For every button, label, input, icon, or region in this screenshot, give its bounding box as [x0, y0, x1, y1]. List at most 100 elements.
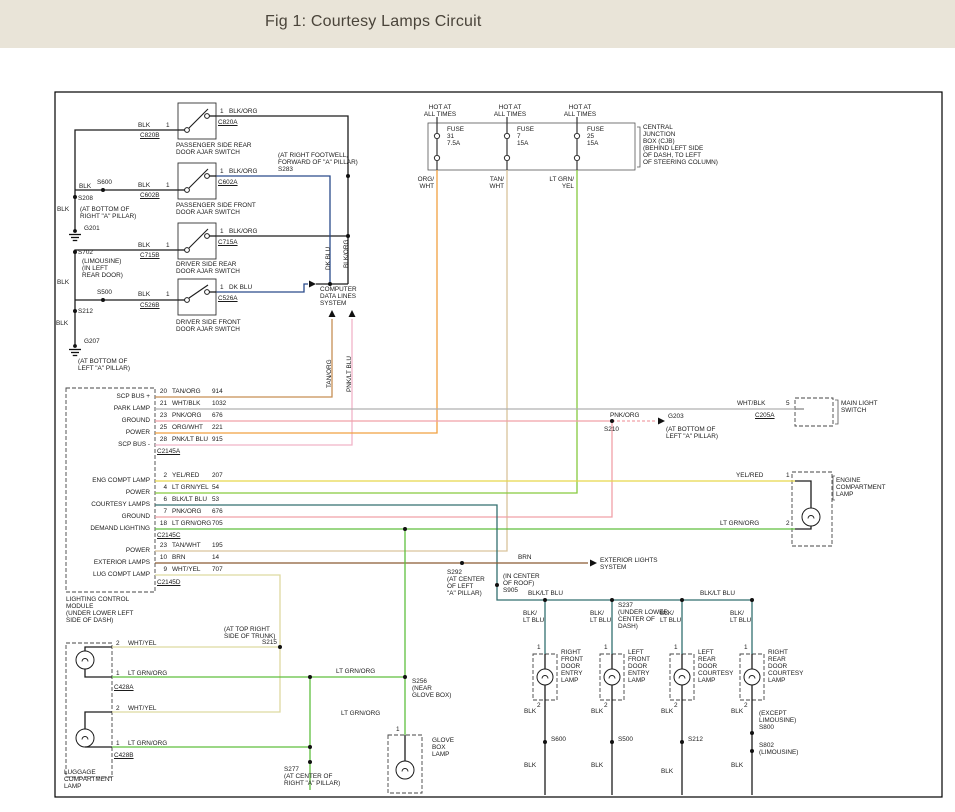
pin-label: 1: [116, 740, 120, 747]
diagram-label: PNK/ORG: [610, 412, 639, 419]
diagram-label: BLK/ORG: [229, 168, 257, 175]
diagram-label: 1: [166, 122, 170, 129]
diagram-label: BLK: [591, 708, 603, 715]
component-label: DRIVER SIDE FRONT DOOR AJAR SWITCH: [176, 319, 241, 333]
diagram-label: BLK: [56, 320, 68, 327]
diagram-label: LT GRN/ORG: [336, 668, 375, 675]
pin-label: 10: [160, 554, 167, 561]
module-pin-function: POWER: [126, 547, 150, 554]
pin-label: 1: [116, 670, 120, 677]
fuse-label: FUSE 31 7.5A: [447, 126, 464, 147]
splice-label: S256 (NEAR GLOVE BOX): [412, 678, 451, 699]
circuit-label: 221: [212, 424, 223, 431]
diagram-label: BLK/ LT BLU: [730, 610, 751, 624]
pin-label: 2: [604, 702, 608, 709]
diagram-label: LT GRN/ORG: [172, 520, 211, 527]
splice-label: S212: [688, 736, 703, 743]
diagram-label: BRN: [172, 554, 186, 561]
component-label: ENGINE COMPARTMENT LAMP: [836, 477, 885, 498]
diagram-label: WHT/YEL: [128, 705, 156, 712]
splice-label: S600: [551, 736, 566, 743]
component-label: RIGHT REAR DOOR COURTESY LAMP: [768, 649, 803, 684]
wiring-diagram: BLK1C820B1BLK/ORGC820APASSENGER SIDE REA…: [0, 0, 955, 812]
pin-label: 1: [604, 644, 608, 651]
circuit-label: 14: [212, 554, 219, 561]
note-label: (AT BOTTOM OF LEFT "A" PILLAR): [78, 358, 130, 372]
module-pin-function: ENG COMPT LAMP: [92, 477, 150, 484]
diagram-label: PNK/LT BLU: [346, 356, 353, 392]
splice-label: S215: [262, 639, 277, 646]
circuit-label: 1032: [212, 400, 226, 407]
splice-label: S292 (AT CENTER OF LEFT "A" PILLAR): [447, 569, 485, 597]
connector-label: C205A: [755, 412, 775, 419]
diagram-label: 1: [220, 168, 224, 175]
pin-label: 2: [116, 640, 120, 647]
diagram-label: BLK/ORG: [229, 228, 257, 235]
diagram-label: BLK: [524, 708, 536, 715]
system-label: EXTERIOR LIGHTS SYSTEM: [600, 557, 658, 571]
diagram-label: BLK: [57, 279, 69, 286]
diagram-label: BLK/ORG: [343, 240, 350, 268]
circuit-label: 676: [212, 412, 223, 419]
diagram-label: 1: [220, 284, 224, 291]
pin-label: 2: [116, 705, 120, 712]
diagram-label: WHT/BLK: [737, 400, 765, 407]
diagram-label: BLK/LT BLU: [172, 496, 207, 503]
power-label: HOT AT ALL TIMES: [564, 104, 596, 118]
diagram-label: 1: [166, 182, 170, 189]
ground-label: G201: [84, 225, 100, 232]
splice-label: S277 (AT CENTER OF RIGHT "A" PILLAR): [284, 766, 340, 787]
diagram-label: BLK: [591, 762, 603, 769]
diagram-label: LT GRN/YEL: [172, 484, 209, 491]
connector-label: C602B: [140, 192, 160, 199]
diagram-label: ORG/ WHT: [418, 176, 434, 190]
diagram-label: LT GRN/ORG: [341, 710, 380, 717]
diagram-label: DK BLU: [325, 247, 332, 270]
component-label: MAIN LIGHT SWITCH: [841, 400, 878, 414]
pin-label: 25: [160, 424, 167, 431]
module-pin-function: SCP BUS -: [118, 441, 150, 448]
note-label: (LIMOUSINE) (IN LEFT REAR DOOR): [82, 258, 123, 279]
pin-label: 7: [163, 508, 167, 515]
diagram-label: BLK: [138, 122, 150, 129]
diagram-label: BLK: [57, 206, 69, 213]
diagram-label: BLK: [138, 242, 150, 249]
connector-label: C2145C: [157, 532, 180, 539]
circuit-label: 707: [212, 566, 223, 573]
component-label: LEFT REAR DOOR COURTESY LAMP: [698, 649, 733, 684]
circuit-label: 207: [212, 472, 223, 479]
diagram-labels: BLK1C820B1BLK/ORGC820APASSENGER SIDE REA…: [0, 0, 955, 812]
module-pin-function: DEMAND LIGHTING: [90, 525, 150, 532]
diagram-label: WHT/BLK: [172, 400, 200, 407]
module-pin-function: SCP BUS +: [117, 393, 150, 400]
diagram-label: BLK/LT BLU: [528, 590, 563, 597]
fuse-label: FUSE 25 15A: [587, 126, 604, 147]
pin-label: 2: [163, 472, 167, 479]
pin-label: 2: [744, 702, 748, 709]
diagram-label: BLK: [661, 768, 673, 775]
component-label: PASSENGER SIDE REAR DOOR AJAR SWITCH: [176, 142, 252, 156]
diagram-label: BLK: [524, 762, 536, 769]
circuit-label: 705: [212, 520, 223, 527]
pin-label: 1: [744, 644, 748, 651]
module-pin-function: POWER: [126, 429, 150, 436]
diagram-label: TAN/ WHT: [489, 176, 504, 190]
pin-label: 1: [396, 726, 400, 733]
pin-label: 2: [537, 702, 541, 709]
diagram-label: YEL/RED: [736, 472, 763, 479]
component-label: LEFT FRONT DOOR ENTRY LAMP: [628, 649, 650, 684]
note-label: (AT BOTTOM OF RIGHT "A" PILLAR): [80, 206, 136, 220]
module-pin-function: GROUND: [122, 417, 150, 424]
pin-label: 9: [163, 566, 167, 573]
ground-label: G203: [668, 413, 684, 420]
pin-label: 18: [160, 520, 167, 527]
diagram-label: BLK/ORG: [229, 108, 257, 115]
component-label: DRIVER SIDE REAR DOOR AJAR SWITCH: [176, 261, 240, 275]
diagram-label: DK BLU: [229, 284, 252, 291]
connector-label: C2145D: [157, 579, 180, 586]
power-label: HOT AT ALL TIMES: [424, 104, 456, 118]
circuit-label: 195: [212, 542, 223, 549]
fuse-label: FUSE 7 15A: [517, 126, 534, 147]
module-pin-function: LUG COMPT LAMP: [93, 571, 150, 578]
connector-label: C526A: [218, 295, 238, 302]
